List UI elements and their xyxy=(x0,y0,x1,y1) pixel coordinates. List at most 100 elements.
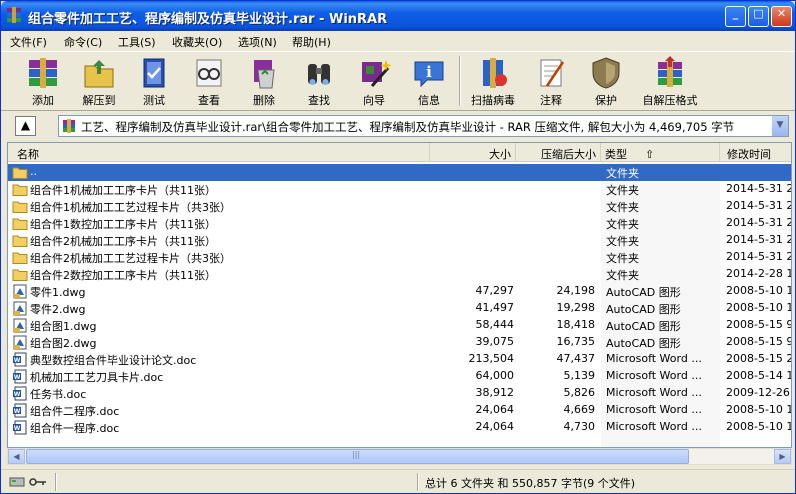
file-type: 文件夹 xyxy=(606,235,639,248)
file-modified: 2014-5-31 2 xyxy=(726,250,792,263)
file-type: Microsoft Word ... xyxy=(606,403,702,416)
table-row[interactable]: 组合图2.dwg 39,075 16,735 AutoCAD 图形 2008-5-15 … xyxy=(8,334,792,351)
file-name: 组合件二程序.doc xyxy=(30,405,120,418)
column-packed[interactable]: 压缩后大小 xyxy=(516,143,601,161)
file-type: AutoCAD 图形 xyxy=(606,303,681,316)
file-size: 64,000 xyxy=(475,369,515,382)
sfx-label: 自解压格式 xyxy=(642,94,698,107)
horizontal-scrollbar[interactable]: ◀ ||| ▶ xyxy=(7,448,792,465)
minimize-button[interactable]: _ xyxy=(725,6,746,27)
file-type: Microsoft Word ... xyxy=(606,352,702,365)
column-modified[interactable]: 修改时间 xyxy=(720,143,791,161)
info-label: 信息 xyxy=(418,94,440,107)
delete-button[interactable]: 删除 xyxy=(236,54,292,110)
file-packed-size: 47,437 xyxy=(556,352,596,365)
column-size[interactable]: 大小 xyxy=(430,143,516,161)
protect-button[interactable]: 保护 xyxy=(578,54,634,110)
table-row[interactable]: 组合件2机械加工工序卡片（共11张） 文件夹 2014-5-31 2 xyxy=(8,232,791,249)
extract-to-button[interactable]: 解压到 xyxy=(71,54,127,110)
view-button[interactable]: 查看 xyxy=(181,54,237,110)
scroll-right-button[interactable]: ▶ xyxy=(774,449,791,464)
comment-button[interactable]: 注释 xyxy=(523,54,579,110)
table-row[interactable]: 组合件1数控加工工序卡片（共11张） 文件夹 2014-5-31 2 xyxy=(8,215,791,232)
folder-icon xyxy=(12,167,28,179)
column-type[interactable]: 类型 ⇧ xyxy=(601,143,720,161)
info-icon: i xyxy=(414,61,444,88)
file-size xyxy=(430,165,514,181)
column-name[interactable]: 名称 xyxy=(8,143,430,161)
table-row[interactable]: W 任务书.doc 38,912 5,826 Microsoft Word ... 200… xyxy=(8,385,791,402)
table-row[interactable]: 组合件1机械加工工序卡片（共11张） 文件夹 2014-5-31 2 xyxy=(8,181,791,198)
status-separator xyxy=(417,473,419,491)
file-packed-size: 16,735 xyxy=(556,335,596,348)
winrar-app-icon[interactable] xyxy=(6,7,22,23)
file-type: Microsoft Word ... xyxy=(606,386,702,399)
file-modified: 2008-5-15 9 xyxy=(726,335,792,348)
protect-shield-icon xyxy=(592,57,620,89)
maximize-button[interactable]: □ xyxy=(748,6,769,27)
sfx-button[interactable]: 自解压格式 xyxy=(633,54,707,110)
add-button[interactable]: 添加 xyxy=(15,54,71,110)
table-row[interactable]: .. 文件夹 xyxy=(8,164,791,181)
file-name: 组合件2机械加工工序卡片（共11张） xyxy=(30,235,216,248)
test-button[interactable]: 测试 xyxy=(126,54,182,110)
menu-bar: 文件(F) 命令(C) 工具(S) 收藏夹(O) 选项(N) 帮助(H) xyxy=(1,31,795,50)
toolbar-separator xyxy=(459,56,461,106)
word-document-icon: W xyxy=(13,386,27,401)
find-button[interactable]: 查找 xyxy=(291,54,347,110)
wizard-label: 向导 xyxy=(363,94,385,107)
file-packed-size xyxy=(516,233,595,249)
table-row[interactable]: 组合件2数控加工工序卡片（共11张） 文件夹 2014-2-28 1 xyxy=(8,266,791,283)
file-size xyxy=(430,267,514,283)
table-row[interactable]: 组合件1机械加工工艺过程卡片（共3张） 文件夹 2014-5-31 2 xyxy=(8,198,792,215)
menu-commands[interactable]: 命令(C) xyxy=(64,34,102,50)
file-modified: 2014-5-31 2 xyxy=(726,199,792,212)
arrow-right-icon: ▶ xyxy=(779,452,786,461)
close-button[interactable]: ✕ xyxy=(771,6,792,27)
chevron-down-icon[interactable]: ▼ xyxy=(771,116,788,136)
autocad-file-icon xyxy=(13,284,27,299)
table-row[interactable]: W 典型数控组合件毕业设计论文.doc 213,504 47,437 Microsoft… xyxy=(8,351,791,368)
file-packed-size: 5,139 xyxy=(563,369,596,382)
menu-help[interactable]: 帮助(H) xyxy=(292,34,331,50)
svg-text:W: W xyxy=(14,357,21,364)
table-row[interactable]: W 机械加工工艺刀具卡片.doc 64,000 5,139 Microsoft Word… xyxy=(8,368,791,385)
folder-icon xyxy=(12,218,28,230)
info-button[interactable]: i 信息 xyxy=(401,54,457,110)
title-bar[interactable]: 组合零件加工工艺、程序编制及仿真毕业设计.rar - WinRAR _ □ ✕ xyxy=(1,1,795,31)
minimize-icon: _ xyxy=(732,7,739,20)
word-document-icon: W xyxy=(13,403,27,418)
table-row[interactable]: 组合图1.dwg 58,444 18,418 AutoCAD 图形 2008-5-15 … xyxy=(8,317,791,334)
table-row[interactable]: 组合件2机械加工工艺过程卡片（共3张） 文件夹 2014-5-31 2 xyxy=(8,249,792,266)
menu-tools[interactable]: 工具(S) xyxy=(118,34,156,50)
archive-icon xyxy=(63,119,75,133)
table-row[interactable]: W 组合件一程序.doc 24,064 4,730 Microsoft Word ...… xyxy=(8,419,791,436)
window-title: 组合零件加工工艺、程序编制及仿真毕业设计.rar - WinRAR xyxy=(28,12,388,27)
table-row[interactable]: 零件1.dwg 47,297 24,198 AutoCAD 图形 2008-5-10 1 xyxy=(8,283,791,300)
file-type: 文件夹 xyxy=(606,167,639,180)
menu-options[interactable]: 选项(N) xyxy=(238,34,277,50)
file-name: 组合件1机械加工工艺过程卡片（共3张） xyxy=(30,201,231,214)
scroll-thumb[interactable]: ||| xyxy=(26,449,689,464)
up-folder-button[interactable]: ▲ xyxy=(15,116,36,136)
file-size: 24,064 xyxy=(475,403,515,416)
drive-key-icon[interactable] xyxy=(9,475,49,489)
svg-text:W: W xyxy=(14,391,21,398)
file-packed-size: 4,669 xyxy=(563,403,596,416)
comment-label: 注释 xyxy=(540,94,562,107)
table-row[interactable]: W 组合件二程序.doc 24,064 4,669 Microsoft Word ...… xyxy=(8,402,791,419)
menu-favorites[interactable]: 收藏夹(O) xyxy=(172,34,222,50)
path-combobox[interactable]: 工艺、程序编制及仿真毕业设计.rar\组合零件加工工艺、程序编制及仿真毕业设计 … xyxy=(58,115,789,137)
file-name: 组合件一程序.doc xyxy=(30,422,120,435)
file-list[interactable]: 名称 大小 压缩后大小 类型 ⇧ 修改时间 .. 文件夹 组合件1机械加工工序卡片（共… xyxy=(7,142,792,448)
table-row[interactable]: 零件2.dwg 41,497 19,298 AutoCAD 图形 2008-5-10 1 xyxy=(8,300,791,317)
test-book-icon xyxy=(143,58,165,88)
file-name: 零件1.dwg xyxy=(30,286,86,299)
menu-file[interactable]: 文件(F) xyxy=(10,34,47,50)
file-size xyxy=(430,250,514,266)
wizard-button[interactable]: 向导 xyxy=(346,54,402,110)
file-packed-size xyxy=(516,250,595,266)
word-document-icon: W xyxy=(13,352,27,367)
scroll-left-button[interactable]: ◀ xyxy=(8,449,25,464)
virus-scan-button[interactable]: 扫描病毒 xyxy=(465,54,521,110)
